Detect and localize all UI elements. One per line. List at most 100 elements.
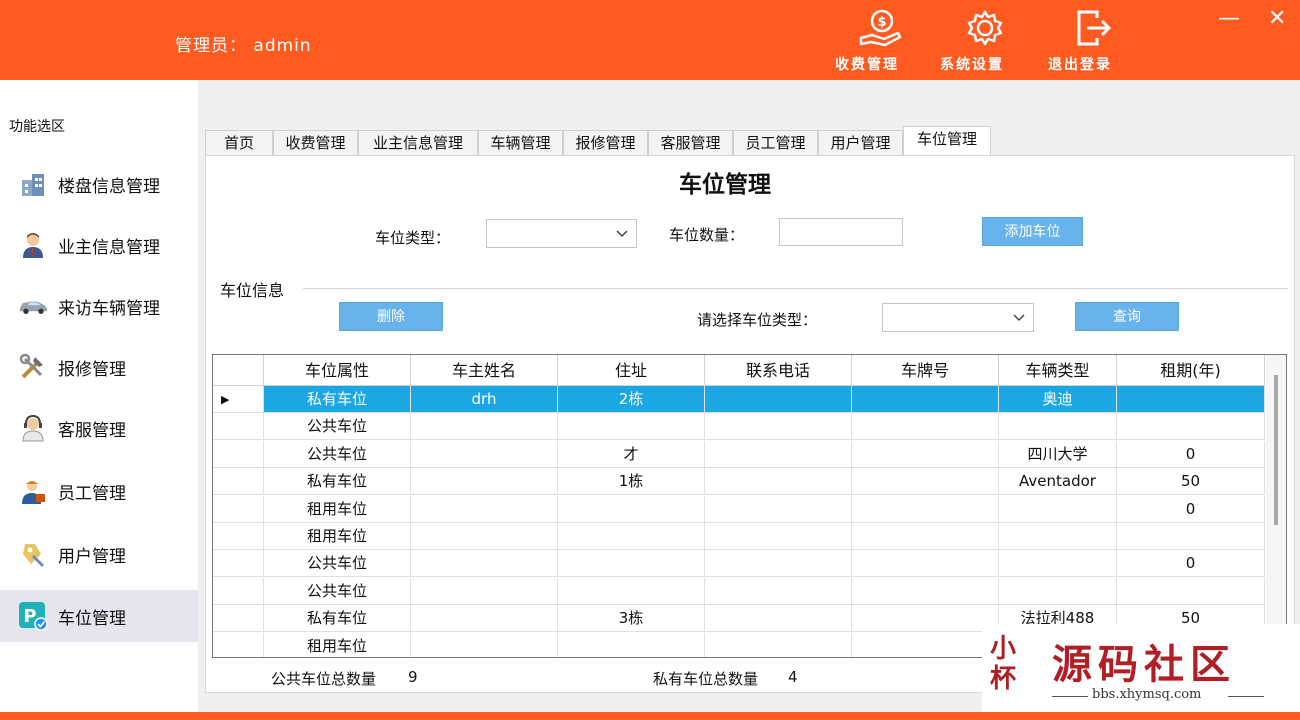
column-header[interactable]: 车辆类型 <box>999 355 1117 386</box>
fee-management-button[interactable]: $ 收费管理 <box>835 8 925 76</box>
table-cell[interactable]: 才 <box>558 440 705 468</box>
minimize-button[interactable]: — <box>1218 8 1240 30</box>
tab-customer-service[interactable]: 客服管理 <box>648 130 733 155</box>
table-cell[interactable]: 0 <box>1117 550 1265 578</box>
table-cell[interactable] <box>558 577 705 605</box>
table-cell[interactable]: 公共车位 <box>264 577 411 605</box>
table-cell[interactable]: 公共车位 <box>264 550 411 578</box>
sidebar-item-visitor-car[interactable]: 来访车辆管理 <box>0 280 198 332</box>
table-cell[interactable]: 租用车位 <box>264 632 411 657</box>
sidebar-item-repair[interactable]: 报修管理 <box>0 341 198 393</box>
vertical-scrollbar[interactable] <box>1266 355 1286 657</box>
table-cell[interactable] <box>558 413 705 441</box>
table-cell[interactable] <box>999 577 1117 605</box>
tab-staff[interactable]: 员工管理 <box>733 130 818 155</box>
table-cell[interactable] <box>852 413 999 441</box>
table-row[interactable]: 租用车位 0 <box>213 495 1265 523</box>
table-row[interactable]: ▶ 私有车位 drh 2栋 奥迪 <box>213 386 1265 413</box>
table-row[interactable]: 私有车位 1栋 Aventador 50 <box>213 468 1265 496</box>
sidebar-item-user[interactable]: 用户管理 <box>0 528 198 580</box>
table-cell[interactable] <box>999 413 1117 441</box>
table-cell[interactable] <box>558 632 705 657</box>
table-cell[interactable]: 0 <box>1117 495 1265 523</box>
table-cell[interactable]: 公共车位 <box>264 413 411 441</box>
table-cell[interactable] <box>558 495 705 523</box>
row-header[interactable] <box>213 577 264 605</box>
table-cell[interactable] <box>999 550 1117 578</box>
table-cell[interactable] <box>852 468 999 496</box>
table-cell[interactable] <box>411 440 558 468</box>
logout-button[interactable]: 退出登录 <box>1048 8 1138 76</box>
table-cell[interactable] <box>852 523 999 550</box>
table-row[interactable]: 公共车位 <box>213 577 1265 605</box>
table-cell[interactable] <box>411 523 558 550</box>
tab-user[interactable]: 用户管理 <box>818 130 903 155</box>
table-cell[interactable] <box>705 605 852 633</box>
sidebar-item-owner[interactable]: 业主信息管理 <box>0 219 198 271</box>
table-cell[interactable] <box>558 523 705 550</box>
table-cell[interactable]: 50 <box>1117 468 1265 496</box>
table-cell[interactable] <box>705 577 852 605</box>
tab-fee[interactable]: 收费管理 <box>273 130 358 155</box>
table-cell[interactable] <box>558 550 705 578</box>
table-row[interactable]: 公共车位 <box>213 413 1265 441</box>
tab-vehicle[interactable]: 车辆管理 <box>478 130 563 155</box>
sidebar-item-building[interactable]: 楼盘信息管理 <box>0 158 198 210</box>
close-button[interactable]: ✕ <box>1268 8 1286 30</box>
tab-repair[interactable]: 报修管理 <box>563 130 648 155</box>
tab-owner-info[interactable]: 业主信息管理 <box>358 130 478 155</box>
system-settings-button[interactable]: 系统设置 <box>940 8 1030 76</box>
table-cell[interactable] <box>705 495 852 523</box>
table-row[interactable]: 公共车位 0 <box>213 550 1265 578</box>
table-cell[interactable]: Aventador <box>999 468 1117 496</box>
column-header[interactable]: 车位属性 <box>264 355 411 386</box>
table-cell[interactable] <box>705 523 852 550</box>
table-cell[interactable]: 四川大学 <box>999 440 1117 468</box>
row-header[interactable] <box>213 605 264 633</box>
query-button[interactable]: 查询 <box>1075 302 1179 331</box>
sidebar-item-parking[interactable]: P 车位管理 <box>0 590 198 642</box>
parking-grid[interactable]: 车位属性 车主姓名 住址 联系电话 车牌号 车辆类型 租期(年) ▶ 私有车位 dr… <box>212 354 1287 658</box>
column-header[interactable]: 租期(年) <box>1117 355 1265 386</box>
add-space-button[interactable]: 添加车位 <box>982 217 1083 246</box>
sidebar-item-customer-service[interactable]: 客服管理 <box>0 402 198 454</box>
row-header[interactable] <box>213 413 264 441</box>
table-row[interactable]: 租用车位 <box>213 523 1265 550</box>
table-cell[interactable]: 私有车位 <box>264 468 411 496</box>
sidebar-item-staff[interactable]: 员工管理 <box>0 465 198 517</box>
table-cell[interactable]: drh <box>411 386 558 413</box>
table-cell[interactable]: 2栋 <box>558 386 705 413</box>
row-header[interactable] <box>213 440 264 468</box>
space-count-input[interactable] <box>779 218 903 246</box>
table-cell[interactable]: 租用车位 <box>264 495 411 523</box>
row-header[interactable] <box>213 632 264 657</box>
table-cell[interactable] <box>1117 413 1265 441</box>
table-cell[interactable] <box>705 632 852 657</box>
table-cell[interactable] <box>852 440 999 468</box>
table-cell[interactable] <box>705 413 852 441</box>
row-header[interactable] <box>213 523 264 550</box>
table-cell[interactable]: 3栋 <box>558 605 705 633</box>
column-header[interactable]: 联系电话 <box>705 355 852 386</box>
table-cell[interactable] <box>852 577 999 605</box>
row-header[interactable] <box>213 550 264 578</box>
table-cell[interactable] <box>999 495 1117 523</box>
column-header[interactable]: 住址 <box>558 355 705 386</box>
table-cell[interactable] <box>411 413 558 441</box>
row-header[interactable]: ▶ <box>213 386 264 413</box>
delete-button[interactable]: 删除 <box>339 302 443 331</box>
table-cell[interactable] <box>705 386 852 413</box>
table-cell[interactable]: 私有车位 <box>264 386 411 413</box>
table-cell[interactable]: 公共车位 <box>264 440 411 468</box>
table-cell[interactable] <box>852 605 999 633</box>
table-cell[interactable] <box>411 550 558 578</box>
table-cell[interactable] <box>999 523 1117 550</box>
table-cell[interactable] <box>411 605 558 633</box>
tab-parking[interactable]: 车位管理 <box>903 126 991 156</box>
table-cell[interactable] <box>705 468 852 496</box>
table-cell[interactable] <box>1117 386 1265 413</box>
table-row[interactable]: 公共车位 才 四川大学 0 <box>213 440 1265 468</box>
table-cell[interactable]: 私有车位 <box>264 605 411 633</box>
table-cell[interactable] <box>705 550 852 578</box>
row-header[interactable] <box>213 468 264 496</box>
